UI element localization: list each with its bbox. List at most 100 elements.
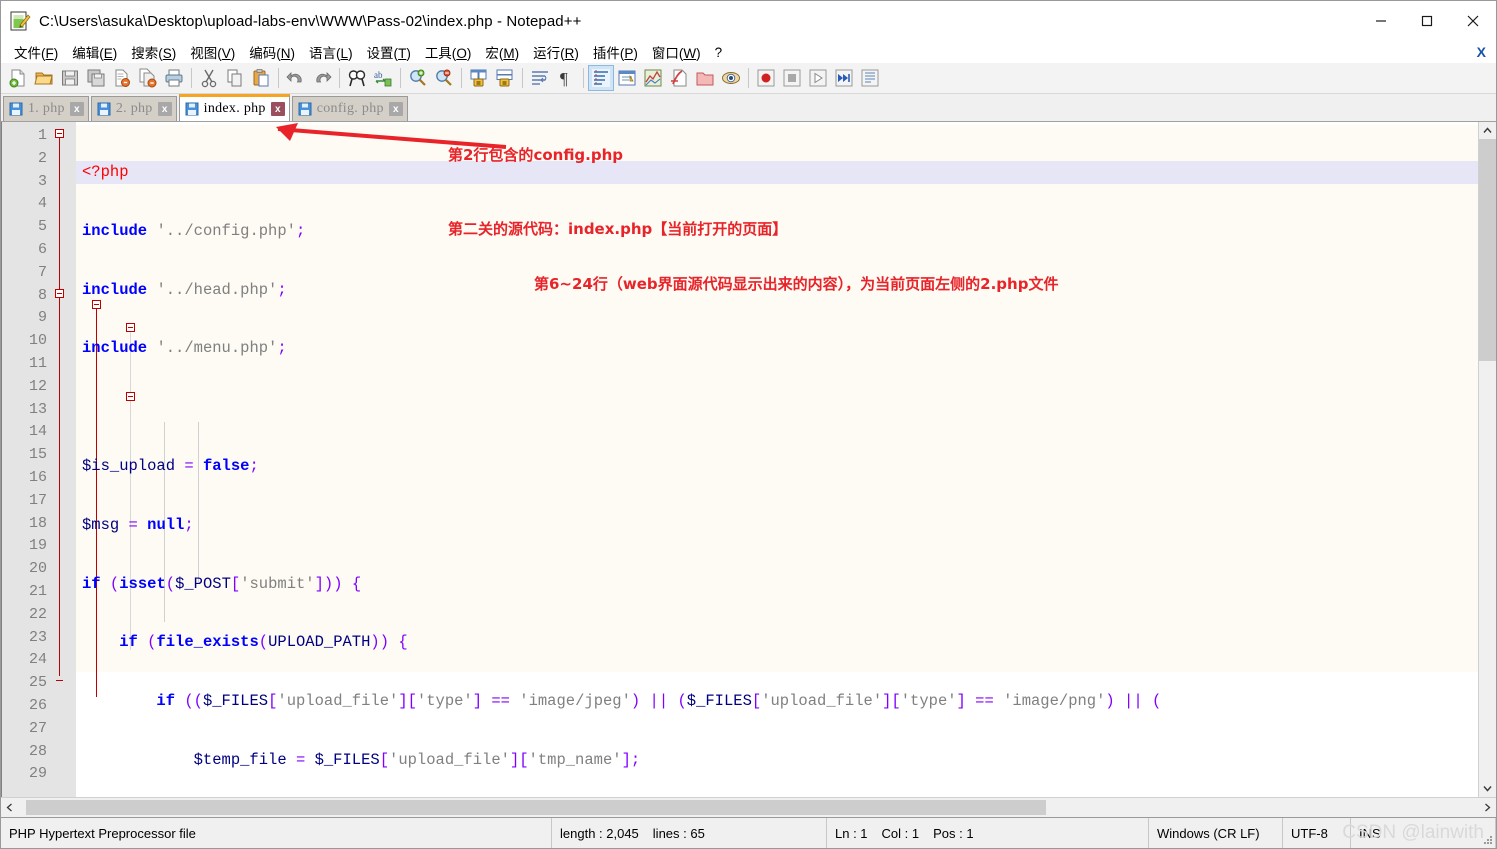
status-caret-position: Ln : 1 Col : 1 Pos : 1 (827, 818, 1149, 848)
tab-1-php[interactable]: 1. php x (3, 96, 89, 121)
save-macro-icon[interactable] (857, 65, 883, 91)
code-line: <?php (76, 161, 1478, 184)
menu-item-file[interactable]: 文件(F) (7, 41, 65, 63)
undo-icon[interactable] (283, 65, 309, 91)
horizontal-scroll-thumb[interactable] (26, 800, 1046, 815)
monitoring-icon[interactable] (718, 65, 744, 91)
new-file-icon[interactable] (5, 65, 31, 91)
notepad-plus-plus-icon (9, 10, 31, 32)
svg-text:ab: ab (374, 70, 383, 80)
resize-grip-icon[interactable] (1482, 834, 1494, 846)
word-wrap-icon[interactable] (527, 65, 553, 91)
scroll-down-icon[interactable] (1479, 780, 1496, 797)
close-icon[interactable]: x (157, 102, 172, 116)
menu-item-tools[interactable]: 工具(O) (418, 41, 479, 63)
record-macro-icon[interactable] (753, 65, 779, 91)
function-list-icon[interactable] (666, 65, 692, 91)
close-button[interactable] (1450, 1, 1496, 41)
scroll-right-icon[interactable] (1479, 799, 1496, 816)
cut-icon[interactable] (196, 65, 222, 91)
toolbar-separator (522, 68, 523, 88)
close-all-icon[interactable] (135, 65, 161, 91)
print-icon[interactable] (161, 65, 187, 91)
menu-item-macro[interactable]: 宏(M) (478, 41, 526, 63)
code-content[interactable]: <?php include '../config.php'; include '… (76, 122, 1478, 797)
menu-item-plugins[interactable]: 插件(P) (586, 41, 645, 63)
show-all-chars-icon[interactable]: ¶ (553, 65, 579, 91)
window-controls (1358, 1, 1496, 41)
menu-item-help[interactable]: ? (708, 44, 730, 61)
line-number: 29 (28, 765, 47, 783)
save-icon[interactable] (57, 65, 83, 91)
line-number: 3 (37, 172, 47, 190)
fold-box-line8[interactable] (55, 289, 64, 298)
user-defined-dialog-icon[interactable] (614, 65, 640, 91)
indent-guide-icon[interactable] (588, 65, 614, 91)
toolbar-separator (191, 68, 192, 88)
line-number: 26 (28, 696, 47, 714)
toolbar-separator (748, 68, 749, 88)
document-map-icon[interactable] (640, 65, 666, 91)
menu-item-edit[interactable]: 编辑(E) (65, 41, 124, 63)
code-line: $is_upload = false; (82, 456, 259, 475)
open-file-icon[interactable] (31, 65, 57, 91)
menu-item-window[interactable]: 窗口(W) (645, 41, 708, 63)
close-file-icon[interactable] (109, 65, 135, 91)
scroll-left-icon[interactable] (1, 799, 18, 816)
menu-item-run[interactable]: 运行(R) (526, 41, 586, 63)
code-line: if (file_exists(UPLOAD_PATH)) { (119, 633, 408, 652)
fold-margin[interactable] (54, 122, 76, 797)
redo-icon[interactable] (309, 65, 335, 91)
toolbar-separator (400, 68, 401, 88)
horizontal-scroll-track[interactable] (18, 800, 1479, 815)
line-number: 15 (28, 446, 47, 464)
status-col: Col : 1 (881, 825, 920, 841)
zoom-out-icon[interactable] (431, 65, 457, 91)
fold-box-line1[interactable] (55, 129, 64, 138)
zoom-in-icon[interactable] (405, 65, 431, 91)
vertical-scrollbar[interactable] (1478, 122, 1496, 797)
line-number: 19 (28, 537, 47, 555)
close-icon[interactable]: x (270, 102, 285, 116)
menu-item-search[interactable]: 搜索(S) (124, 41, 183, 63)
close-icon[interactable]: x (69, 102, 84, 116)
menu-item-encoding[interactable]: 编码(N) (242, 41, 302, 63)
tab-label: config. php (316, 101, 384, 116)
line-number: 6 (37, 240, 47, 258)
close-document-button[interactable]: X (1477, 44, 1486, 60)
stop-record-icon[interactable] (779, 65, 805, 91)
line-number: 18 (28, 514, 47, 532)
find-icon[interactable] (344, 65, 370, 91)
menu-item-view[interactable]: 视图(V) (183, 41, 242, 63)
status-bar: PHP Hypertext Preprocessor file length :… (1, 817, 1496, 848)
horizontal-scrollbar[interactable] (1, 797, 1496, 817)
line-number: 16 (28, 468, 47, 486)
copy-icon[interactable] (222, 65, 248, 91)
tab-config-php[interactable]: config. php x (291, 96, 408, 121)
maximize-button[interactable] (1404, 1, 1450, 41)
sync-vertical-icon[interactable] (466, 65, 492, 91)
menu-item-settings[interactable]: 设置(T) (360, 41, 418, 63)
status-ln: Ln : 1 (835, 825, 868, 841)
sync-horizontal-icon[interactable] (492, 65, 518, 91)
folder-as-workspace-icon[interactable] (692, 65, 718, 91)
code-editor[interactable]: 1 2 3 4 5 6 7 8 9 10 11 12 13 14 15 16 1… (2, 122, 1478, 797)
code-line: include '../menu.php'; (82, 339, 287, 358)
tab-label: 2. php (115, 101, 153, 116)
toolbar: ab ¶ (1, 63, 1496, 94)
play-macro-icon[interactable] (805, 65, 831, 91)
tab-index-php[interactable]: index. php x (178, 94, 290, 121)
close-icon[interactable]: x (388, 102, 403, 116)
vertical-scroll-thumb[interactable] (1479, 139, 1496, 361)
paste-icon[interactable] (248, 65, 274, 91)
save-all-icon[interactable] (83, 65, 109, 91)
tab-2-php[interactable]: 2. php x (90, 96, 177, 121)
line-number: 5 (37, 218, 47, 236)
replace-icon[interactable]: ab (370, 65, 396, 91)
minimize-button[interactable] (1358, 1, 1404, 41)
scroll-up-icon[interactable] (1479, 122, 1496, 139)
menu-item-language[interactable]: 语言(L) (302, 41, 360, 63)
fast-play-macro-icon[interactable] (831, 65, 857, 91)
line-number: 25 (28, 674, 47, 692)
